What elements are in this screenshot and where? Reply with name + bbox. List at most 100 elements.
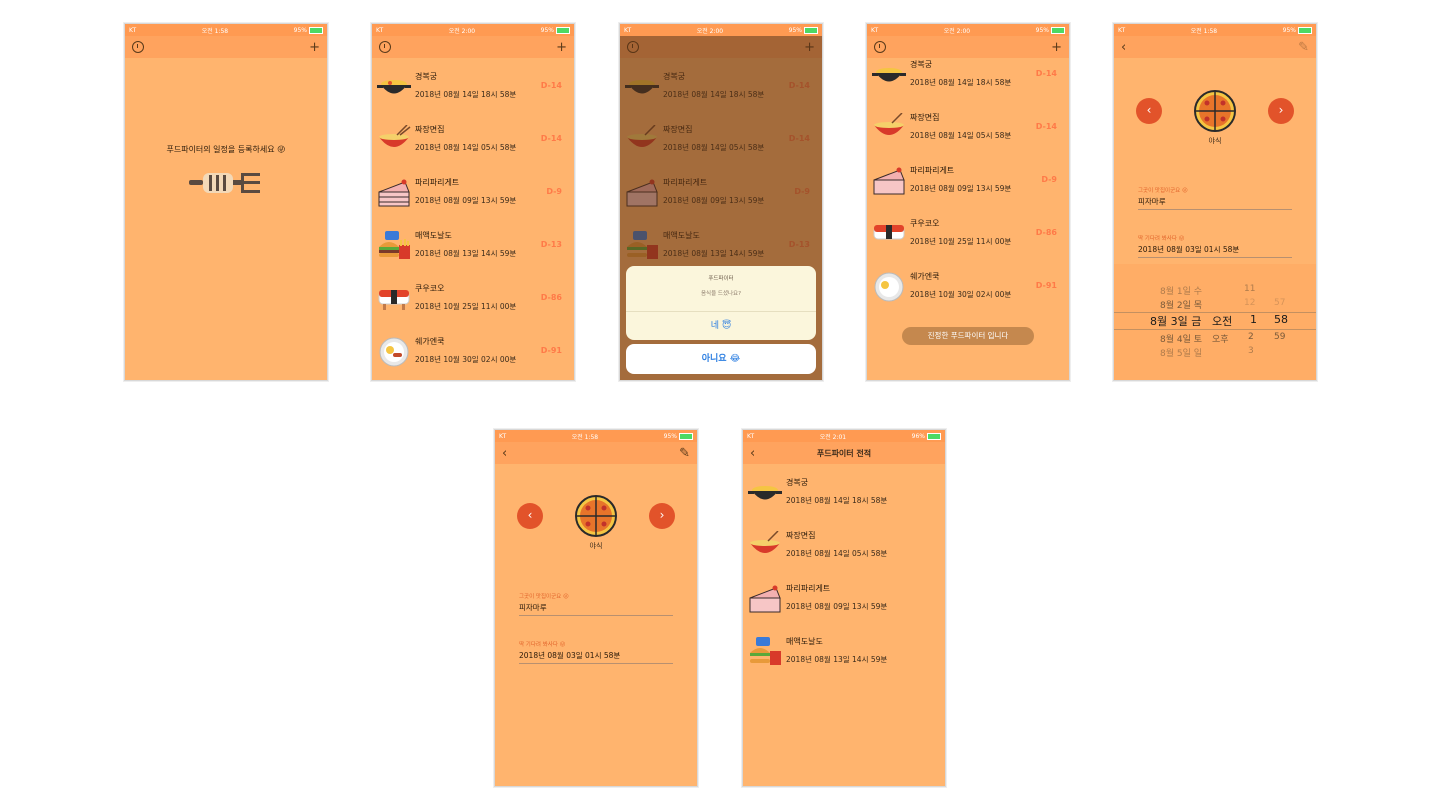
status-bar: KT 오전 2:00 95%	[620, 24, 822, 36]
time-label: 오전 2:00	[696, 27, 724, 35]
list-item[interactable]: 짜장면집 2018년 08월 14일 05시 58분	[743, 521, 945, 574]
list-item[interactable]: 경복궁 2018년 08월 14일 18시 58분 D-14	[867, 50, 1069, 103]
time-field[interactable]: 2018년 08월 03일 01시 58분	[1138, 244, 1292, 258]
add-button[interactable]: +	[309, 41, 320, 54]
item-name: 짜장면집	[910, 113, 940, 122]
alert-yes-button[interactable]: 네 😇	[626, 311, 816, 340]
history-clock-icon[interactable]	[379, 41, 391, 53]
list-item[interactable]: 경복궁 2018년 08월 14일 18시 58분	[743, 468, 945, 521]
item-dday: D-91	[540, 346, 562, 355]
item-date: 2018년 08월 14일 05시 58분	[910, 131, 1012, 140]
battery-label: 95%	[664, 432, 693, 440]
add-button[interactable]: +	[556, 41, 567, 54]
screen-detail: KT 오전 1:58 95% ‹ ✎ ‹ › 야식 그곳이 맛집이군요 😜 피자…	[494, 429, 698, 787]
back-button[interactable]: ‹	[502, 447, 507, 460]
history-clock-icon[interactable]	[132, 41, 144, 53]
screen-history: KT 오전 2:01 96% ‹ 푸드파이터 전적 경복궁 2018년 08월 …	[742, 429, 946, 787]
carrier-label: KT	[1118, 26, 1126, 34]
item-dday: D-91	[1035, 281, 1057, 290]
next-category-button[interactable]: ›	[649, 503, 675, 529]
time-label-caption: 딱 기다려 봐사다 😜	[1138, 236, 1185, 242]
item-dday: D-14	[1035, 69, 1057, 78]
picker-hour: 3	[1248, 346, 1254, 356]
item-date: 2018년 08월 14일 18시 58분	[786, 496, 888, 505]
place-field[interactable]: 피자마루	[1138, 196, 1292, 210]
list-item[interactable]: 짜장면집 2018년 08월 14일 05시 58분 D-14	[867, 103, 1069, 156]
item-dday: D-9	[1041, 175, 1057, 184]
status-bar: KT 오전 1:58 95%	[495, 430, 697, 442]
picker-minute: 59	[1274, 332, 1286, 342]
picker-selected-row: 8월 3일 금 오전 1 58	[1114, 312, 1316, 330]
list-item[interactable]: 쉐가엔쿡 2018년 10월 30일 02시 00분 D-91	[867, 262, 1069, 315]
category-label: 야식	[1208, 137, 1222, 145]
edit-button[interactable]: ✎	[679, 447, 690, 460]
screen-empty: KT 오전 1:58 95% + 푸드파이터의 일정을 등록하세요 😜	[124, 23, 328, 381]
prev-category-button[interactable]: ‹	[517, 503, 543, 529]
item-name: 짜장면집	[415, 125, 445, 134]
alert-no-button[interactable]: 아니요 😂	[626, 344, 816, 374]
battery-label: 95%	[1283, 26, 1312, 34]
picker-date: 8월 1일 수	[1160, 287, 1203, 297]
item-dday: D-13	[540, 240, 562, 249]
alert-title: 푸드파이터	[708, 276, 734, 282]
status-bar: KT 오전 1:58 95%	[125, 24, 327, 36]
picker-ampm: 오후	[1212, 335, 1229, 345]
date-time-picker[interactable]: 8월 1일 수 11 8월 2일 목 12 57 8월 3일 금 오전 1 58…	[1114, 264, 1316, 380]
next-category-button[interactable]: ›	[1268, 98, 1294, 124]
screen-list-complete: KT 오전 2:00 95% + 경복궁 2018년 08월 14일 18시 5…	[866, 23, 1070, 381]
list-item[interactable]: 매액도날도 2018년 08월 13일 14시 59분 D-13	[372, 221, 574, 274]
picker-hour: 2	[1248, 332, 1254, 342]
picker-date: 8월 2일 목	[1160, 301, 1203, 311]
item-name: 매액도날도	[786, 637, 823, 646]
battery-label: 95%	[789, 26, 818, 34]
edit-button[interactable]: ✎	[1298, 41, 1309, 54]
item-dday: D-86	[540, 293, 562, 302]
list-item[interactable]: 쿠우코오 2018년 10월 25일 11시 00분 D-86	[372, 274, 574, 327]
time-label: 오전 2:00	[448, 27, 476, 35]
battery-icon	[309, 26, 323, 34]
time-label-caption: 딱 기다려 봐사다 😜	[519, 642, 566, 648]
list-item[interactable]: 파리파리게트 2018년 08월 09일 13시 59분 D-9	[867, 156, 1069, 209]
item-dday: D-14	[1035, 122, 1057, 131]
status-bar: KT 오전 2:00 95%	[867, 24, 1069, 36]
picker-date: 8월 3일 금	[1150, 315, 1202, 328]
list-item[interactable]: 경복궁 2018년 08월 14일 18시 58분 D-14	[372, 62, 574, 115]
cake-icon	[749, 585, 781, 613]
picker-hour: 1	[1250, 313, 1257, 326]
fork-hand-icon	[189, 173, 260, 193]
burger-fries-icon	[379, 231, 410, 259]
item-name: 쿠우코오	[910, 219, 940, 228]
status-bar: KT 오전 2:01 96%	[743, 430, 945, 442]
back-button[interactable]: ‹	[1121, 41, 1126, 54]
list-item[interactable]: 짜장면집 2018년 08월 14일 05시 58분 D-14	[372, 115, 574, 168]
item-name: 경복궁	[910, 60, 933, 69]
item-date: 2018년 08월 14일 05시 58분	[415, 143, 517, 152]
cake-icon	[378, 179, 410, 207]
picker-hour: 12	[1244, 298, 1256, 308]
noodle-bowl-icon	[750, 531, 780, 553]
place-field[interactable]: 피자마루	[519, 602, 673, 616]
list-item[interactable]: 쿠우코오 2018년 10월 25일 11시 00분 D-86	[867, 209, 1069, 262]
schedule-list: 경복궁 2018년 08월 14일 18시 58분 D-14 짜장면집 2018…	[867, 50, 1069, 315]
time-field[interactable]: 2018년 08월 03일 01시 58분	[519, 650, 673, 664]
burger-fries-icon	[750, 637, 781, 665]
sushi-icon	[378, 290, 410, 310]
list-item[interactable]: 쉐가엔쿡 2018년 10월 30일 02시 00분 D-91	[372, 327, 574, 380]
screen-detail-picker: KT 오전 1:58 95% ‹ ✎ ‹ › 야식 그곳이 맛집이군요 😜 피자…	[1113, 23, 1317, 381]
carrier-label: KT	[871, 26, 879, 34]
prev-category-button[interactable]: ‹	[1136, 98, 1162, 124]
list-item[interactable]: 파리파리게트 2018년 08월 09일 13시 59분 D-9	[372, 168, 574, 221]
item-name: 쿠우코오	[415, 284, 445, 293]
list-item[interactable]: 파리파리게트 2018년 08월 09일 13시 59분	[743, 574, 945, 627]
schedule-list: 경복궁 2018년 08월 14일 18시 58분 D-14 짜장면집 2018…	[372, 58, 574, 380]
nav-bar: ‹ 푸드파이터 전적	[743, 442, 945, 464]
picker-hour: 11	[1244, 284, 1256, 294]
battery-label: 95%	[294, 26, 323, 34]
picker-date: 8월 5일 일	[1160, 349, 1203, 359]
history-list: 경복궁 2018년 08월 14일 18시 58분 짜장면집 2018년 08월…	[743, 464, 945, 680]
battery-icon	[679, 432, 693, 440]
list-item[interactable]: 매액도날도 2018년 08월 13일 14시 59분	[743, 627, 945, 680]
picker-date: 8월 4일 토	[1160, 335, 1203, 345]
battery-label: 96%	[912, 432, 941, 440]
pot-icon	[872, 68, 906, 82]
